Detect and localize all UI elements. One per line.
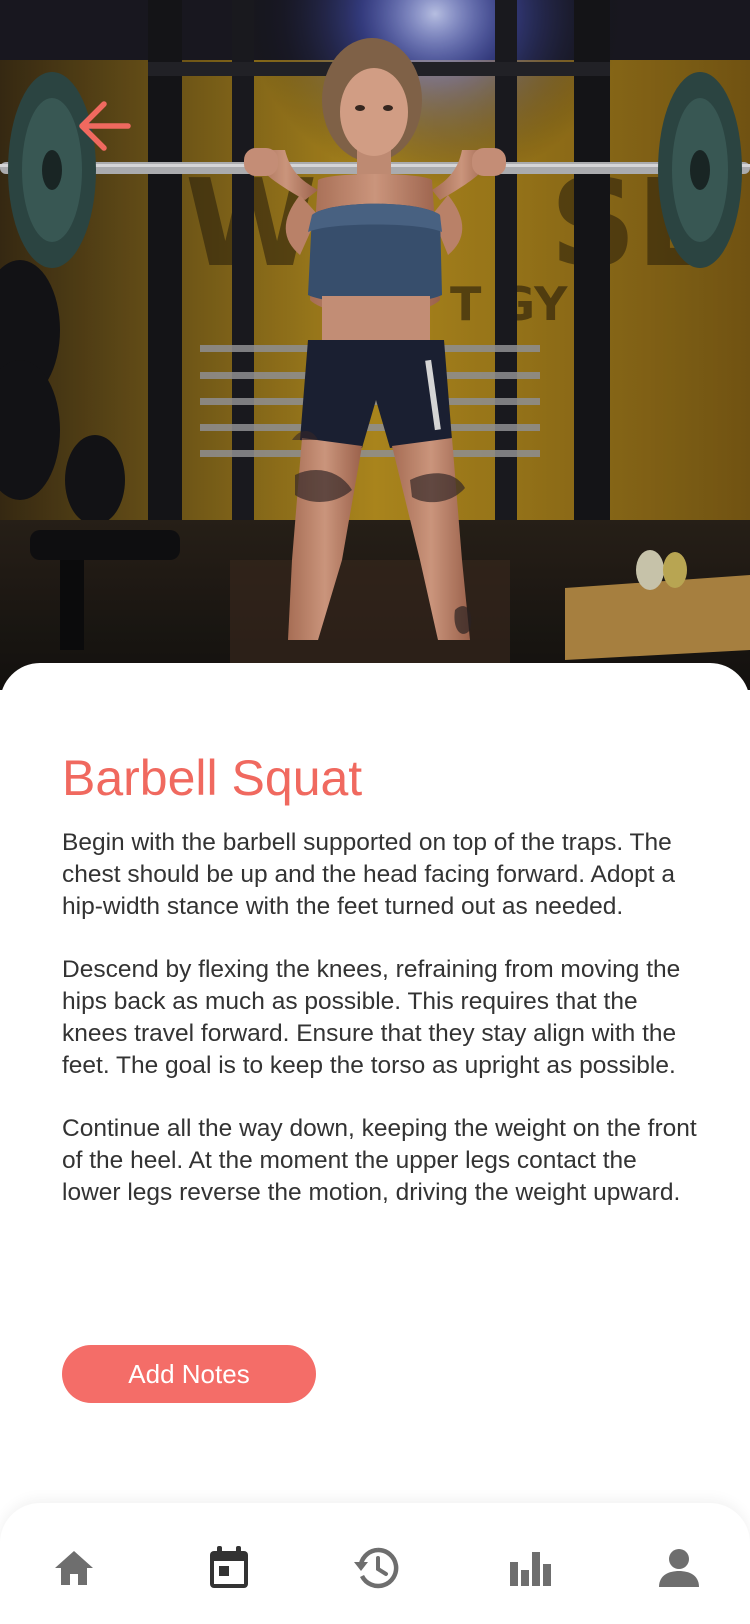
add-notes-button[interactable]: Add Notes <box>62 1345 316 1403</box>
bar-chart-icon <box>510 1552 551 1586</box>
history-icon <box>354 1547 399 1589</box>
bottom-tab-bar <box>0 1503 750 1624</box>
exercise-title: Barbell Squat <box>62 750 363 806</box>
description-paragraph-2: Descend by flexing the knees, refraining… <box>62 956 681 1079</box>
tab-stats[interactable] <box>501 1543 561 1593</box>
exercise-description: Begin with the barbell supported on top … <box>62 827 702 1240</box>
home-icon <box>55 1551 93 1585</box>
tab-profile[interactable] <box>649 1543 709 1593</box>
exercise-hero-image: W SE T GY <box>0 0 750 690</box>
description-paragraph-1: Begin with the barbell supported on top … <box>62 829 675 920</box>
back-button[interactable] <box>70 92 138 160</box>
calendar-icon <box>210 1546 248 1588</box>
exercise-detail-card: Barbell Squat Begin with the barbell sup… <box>0 663 750 1503</box>
arrow-left-icon <box>79 101 131 151</box>
description-paragraph-3: Continue all the way down, keeping the w… <box>62 1115 697 1206</box>
tab-home[interactable] <box>44 1543 104 1593</box>
tab-history[interactable] <box>346 1543 406 1593</box>
user-icon <box>659 1549 699 1587</box>
tab-calendar[interactable] <box>199 1543 259 1593</box>
